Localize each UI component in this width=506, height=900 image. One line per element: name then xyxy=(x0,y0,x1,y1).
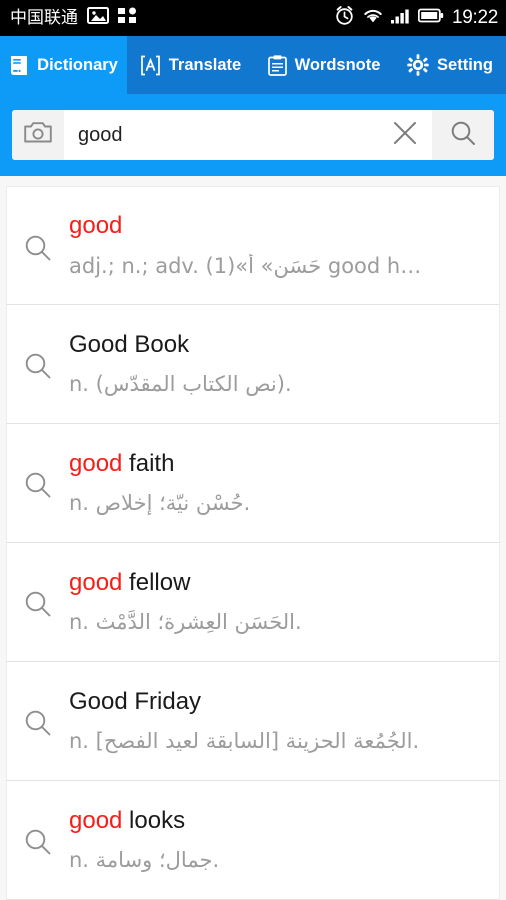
search-area xyxy=(0,94,506,176)
result-title-3: good fellow xyxy=(69,569,489,597)
status-bar-right: 19:22 xyxy=(334,5,498,31)
result-row-1[interactable]: Good Book n. (نص الكتاب المقدّس). xyxy=(6,305,500,424)
translate-a-icon xyxy=(140,55,161,76)
camera-icon xyxy=(24,121,52,149)
row-texts-0: good adj.; n.; adv. (1)«حَسَن» أ good h… xyxy=(69,212,499,279)
result-title-0: good xyxy=(69,212,489,240)
row-search-icon-4 xyxy=(7,704,69,738)
result-title-rest-4: Good Friday xyxy=(69,687,202,715)
result-title-4: Good Friday xyxy=(69,688,489,716)
row-texts-4: Good Friday n. الجُمُعة الحزينة [السابقة… xyxy=(69,688,499,755)
carrier-label: 中国联通 xyxy=(10,7,78,28)
row-texts-2: good faith n. حُسْن نيّة؛ إِخلاص. xyxy=(69,450,499,517)
result-row-3[interactable]: good fellow n. الحَسَن العِشرة؛ الدَّمْث… xyxy=(6,543,500,662)
tab-translate[interactable]: Translate xyxy=(127,36,254,94)
list-top-spacer xyxy=(0,176,506,186)
tab-dictionary[interactable]: Dictionary xyxy=(0,36,127,94)
row-texts-5: good looks n. جمال؛ وسامة. xyxy=(69,807,499,874)
row-texts-3: good fellow n. الحَسَن العِشرة؛ الدَّمْث… xyxy=(69,569,499,636)
image-icon xyxy=(87,7,109,29)
result-title-rest-3: fellow xyxy=(122,568,191,596)
status-bar: 中国联通 19:22 xyxy=(0,0,506,36)
tab-wordsnote[interactable]: Wordsnote xyxy=(254,36,394,94)
result-title-1: Good Book xyxy=(69,331,489,359)
result-row-0[interactable]: good adj.; n.; adv. (1)«حَسَن» أ good h… xyxy=(6,186,500,305)
result-row-4[interactable]: Good Friday n. الجُمُعة الحزينة [السابقة… xyxy=(6,662,500,781)
result-title-2: good faith xyxy=(69,450,489,478)
row-search-icon-0 xyxy=(7,229,69,263)
result-title-5: good looks xyxy=(69,807,489,835)
camera-button[interactable] xyxy=(12,110,64,160)
search-submit-button[interactable] xyxy=(432,110,494,160)
status-bar-left: 中国联通 xyxy=(10,7,137,29)
result-title-rest-2: faith xyxy=(122,449,175,477)
result-subtitle-0: adj.; n.; adv. (1)«حَسَن» أ good h… xyxy=(69,253,422,278)
tab-setting-label: Setting xyxy=(437,55,493,74)
close-x-icon xyxy=(392,120,418,151)
tab-translate-label: Translate xyxy=(168,55,242,74)
search-box xyxy=(12,110,494,160)
result-subtitle-1: n. (نص الكتاب المقدّس). xyxy=(69,372,292,397)
wifi-icon xyxy=(362,7,384,29)
search-results-list[interactable]: good adj.; n.; adv. (1)«حَسَن» أ good h…… xyxy=(0,186,506,900)
tab-bar: Dictionary Translate Wordsnote Setting xyxy=(0,36,506,94)
result-subtitle-4: n. الجُمُعة الحزينة [السابقة لعيد الفصح]… xyxy=(69,729,420,754)
tab-setting[interactable]: Setting xyxy=(394,36,506,94)
clear-search-button[interactable] xyxy=(378,110,432,160)
result-title-rest-1: Good Book xyxy=(69,330,190,358)
result-subtitle-2: n. حُسْن نيّة؛ إِخلاص. xyxy=(69,491,251,516)
row-search-icon-2 xyxy=(7,466,69,500)
row-search-icon-3 xyxy=(7,585,69,619)
gear-icon xyxy=(407,54,429,76)
battery-icon xyxy=(417,8,444,28)
alarm-clock-icon xyxy=(334,5,355,31)
result-subtitle-3: n. الحَسَن العِشرة؛ الدَّمْث. xyxy=(69,610,302,635)
result-row-5[interactable]: good looks n. جمال؛ وسامة. xyxy=(6,781,500,900)
book-icon xyxy=(9,55,29,76)
result-title-highlight-5: good xyxy=(69,806,123,834)
result-title-highlight-3: good xyxy=(69,568,123,596)
row-texts-1: Good Book n. (نص الكتاب المقدّس). xyxy=(69,331,499,398)
signal-bars-icon xyxy=(390,7,411,29)
clipboard-notes-icon xyxy=(267,54,287,76)
result-title-highlight-2: good xyxy=(69,449,123,477)
result-subtitle-5: n. جمال؛ وسامة. xyxy=(69,848,220,873)
status-clock: 19:22 xyxy=(451,7,498,28)
result-row-2[interactable]: good faith n. حُسْن نيّة؛ إِخلاص. xyxy=(6,424,500,543)
search-input-wrap[interactable] xyxy=(64,110,378,160)
tab-wordsnote-label: Wordsnote xyxy=(294,55,381,74)
result-title-highlight-0: good xyxy=(69,212,123,240)
search-icon xyxy=(449,119,477,152)
row-search-icon-1 xyxy=(7,347,69,381)
row-search-icon-5 xyxy=(7,823,69,857)
search-input[interactable] xyxy=(78,123,378,147)
result-title-rest-5: looks xyxy=(122,806,186,834)
tab-dictionary-label: Dictionary xyxy=(37,55,118,74)
apps-grid-icon xyxy=(118,7,137,29)
